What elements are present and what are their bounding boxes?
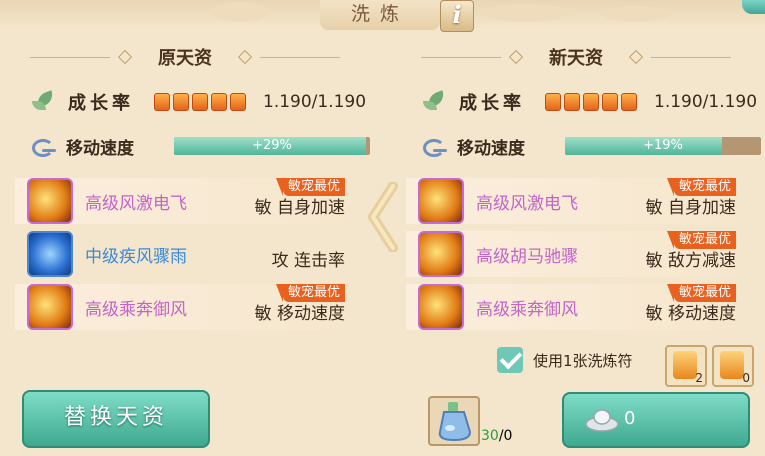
- speed-bar: +29%: [174, 137, 370, 155]
- skill-icon[interactable]: [418, 284, 464, 330]
- skill-row[interactable]: 高级乘奔御风 敏 移动速度 敏宠最优: [406, 284, 736, 330]
- growth-value: 1.190/1.190: [263, 92, 367, 112]
- potion-need: /0: [498, 428, 513, 444]
- skill-effect: 敏 敌方减速: [645, 251, 736, 271]
- left-column-header: 原天资: [20, 42, 350, 72]
- talisman-count: 2: [695, 371, 703, 385]
- potion-slot[interactable]: [428, 396, 480, 446]
- use-talisman-label: 使用1张洗炼符: [533, 351, 633, 370]
- skill-icon[interactable]: [27, 284, 73, 330]
- right-speed-row: 移动速度 +19%: [421, 134, 761, 159]
- use-talisman-checkbox[interactable]: [497, 347, 523, 373]
- replace-talent-button[interactable]: 替换天资: [22, 390, 210, 448]
- talisman-icon: [720, 351, 744, 379]
- speed-bar-text: +29%: [252, 138, 292, 153]
- skill-effect: 敏 移动速度: [645, 304, 736, 324]
- best-for-agility-badge: 敏宠最优: [666, 231, 736, 249]
- window-title: 洗炼: [320, 0, 440, 30]
- right-column-title: 新天资: [549, 48, 603, 69]
- skill-name: 高级乘奔御风: [85, 299, 187, 320]
- skill-name: 中级疾风骤雨: [85, 246, 187, 267]
- speed-bar-text: +19%: [643, 138, 683, 153]
- speed-label: 移动速度: [66, 138, 134, 159]
- growth-star: [545, 93, 561, 111]
- skill-row[interactable]: 高级胡马驰骤 敏 敌方减速 敏宠最优: [406, 231, 736, 277]
- skill-row[interactable]: 高级乘奔御风 敏 移动速度 敏宠最优: [15, 284, 345, 330]
- best-for-agility-badge: 敏宠最优: [275, 284, 345, 302]
- skill-effect: 攻 连击率: [271, 251, 345, 271]
- skill-name: 高级乘奔御风: [476, 299, 578, 320]
- left-growth-row: 成长率 1.190/1.190: [32, 87, 366, 117]
- leaf-icon: [32, 91, 58, 113]
- growth-star: [192, 93, 208, 111]
- skill-row[interactable]: 中级疾风骤雨 攻 连击率: [15, 231, 345, 277]
- refine-button[interactable]: 0: [562, 392, 750, 448]
- growth-star: [602, 93, 618, 111]
- skill-name: 高级胡马驰骤: [476, 246, 578, 267]
- potion-have: 30: [481, 428, 499, 444]
- growth-star: [564, 93, 580, 111]
- growth-star: [173, 93, 189, 111]
- skill-icon[interactable]: [418, 231, 464, 277]
- close-button[interactable]: [742, 0, 765, 14]
- skill-icon[interactable]: [418, 178, 464, 224]
- talisman-count: 0: [742, 371, 750, 385]
- refine-cost: 0: [624, 408, 636, 429]
- speed-label: 移动速度: [457, 138, 525, 159]
- skill-row[interactable]: 高级风激电飞 敏 自身加速 敏宠最优: [406, 178, 736, 224]
- best-for-agility-badge: 敏宠最优: [666, 178, 736, 196]
- potion-count: 30/0: [481, 428, 512, 444]
- left-skill-list: 高级风激电飞敏 自身加速 敏宠最优 中级疾风骤雨攻 连击率 高级乘奔御风敏 移动速度敏…: [15, 178, 345, 333]
- wind-icon: [421, 137, 449, 157]
- use-talisman-option[interactable]: 使用1张洗炼符: [497, 347, 633, 373]
- potion-icon: [438, 402, 472, 442]
- growth-value: 1.190/1.190: [654, 92, 758, 112]
- growth-star: [154, 93, 170, 111]
- speed-bar: +19%: [565, 137, 761, 155]
- growth-star: [583, 93, 599, 111]
- skill-effect: 敏 移动速度: [254, 304, 345, 324]
- compare-arrow-icon: [367, 181, 401, 253]
- info-icon[interactable]: i: [440, 0, 474, 32]
- right-skill-list: 高级风激电飞敏 自身加速 敏宠最优 高级胡马驰骤敏 敌方减速 敏宠最优 高级乘奔御风敏 …: [406, 178, 736, 333]
- wind-icon: [30, 137, 58, 157]
- skill-effect: 敏 自身加速: [645, 198, 736, 218]
- skill-icon[interactable]: [27, 178, 73, 224]
- skill-icon[interactable]: [27, 231, 73, 277]
- growth-stars: [545, 93, 640, 111]
- talisman-slot[interactable]: 2: [665, 345, 707, 387]
- growth-label: 成长率: [459, 93, 525, 114]
- growth-star: [621, 93, 637, 111]
- skill-effect: 敏 自身加速: [254, 198, 345, 218]
- growth-star: [230, 93, 246, 111]
- best-for-agility-badge: 敏宠最优: [666, 284, 736, 302]
- talisman-slot[interactable]: 0: [712, 345, 754, 387]
- leaf-icon: [423, 91, 449, 113]
- silver-ingot-icon: [585, 409, 619, 432]
- skill-row[interactable]: 高级风激电飞 敏 自身加速 敏宠最优: [15, 178, 345, 224]
- left-speed-row: 移动速度 +29%: [30, 134, 370, 159]
- talisman-icon: [673, 351, 697, 379]
- skill-name: 高级风激电飞: [476, 193, 578, 214]
- right-growth-row: 成长率 1.190/1.190: [423, 87, 757, 117]
- right-column-header: 新天资: [411, 42, 741, 72]
- growth-label: 成长率: [68, 93, 134, 114]
- growth-stars: [154, 93, 249, 111]
- growth-star: [211, 93, 227, 111]
- left-column-title: 原天资: [158, 48, 212, 69]
- best-for-agility-badge: 敏宠最优: [275, 178, 345, 196]
- skill-name: 高级风激电飞: [85, 193, 187, 214]
